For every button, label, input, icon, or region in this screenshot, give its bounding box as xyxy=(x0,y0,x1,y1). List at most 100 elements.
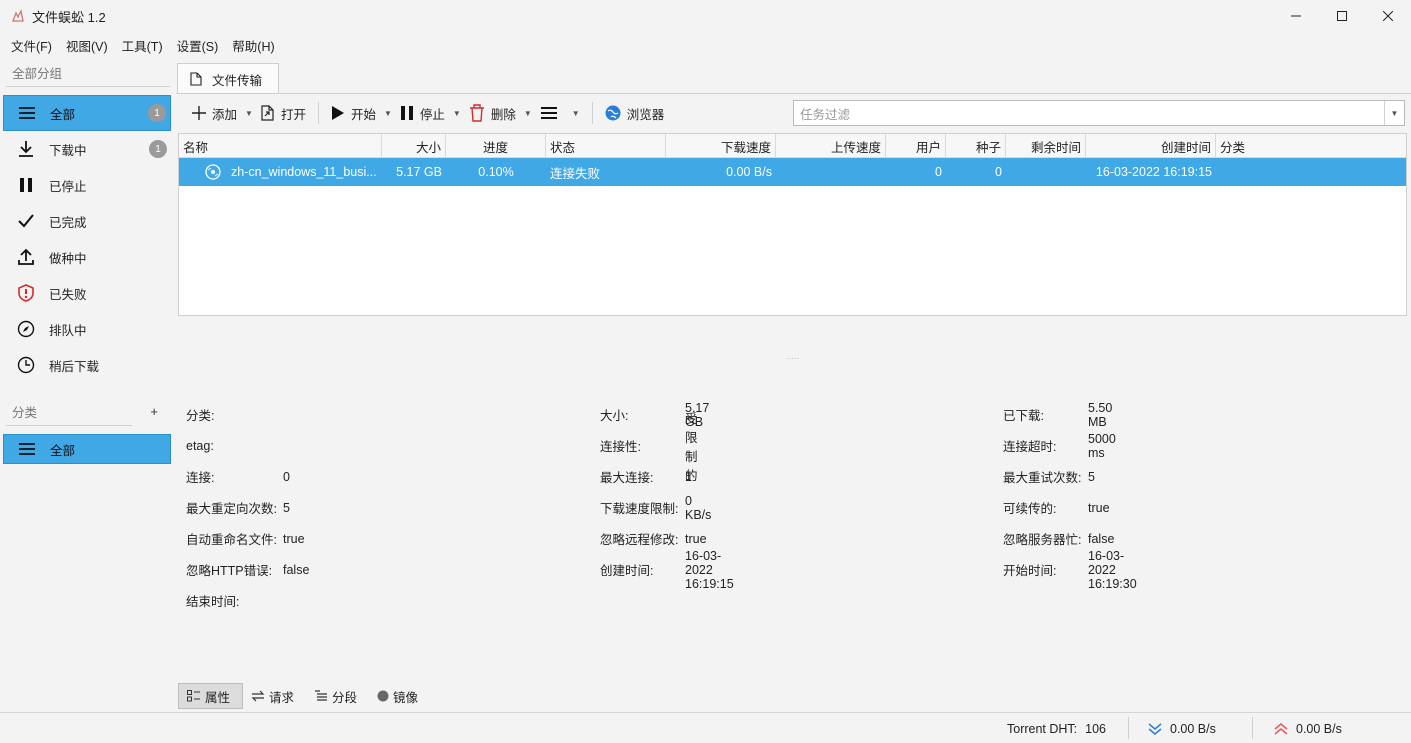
browser-label: 浏览器 xyxy=(626,107,665,122)
start-button[interactable]: 开始 ▼ xyxy=(327,99,396,127)
chevron-down-icon[interactable]: ▼ xyxy=(524,109,532,118)
add-button[interactable]: 添加 ▼ xyxy=(188,99,257,127)
menu-settings[interactable]: 设置(S) xyxy=(170,36,226,55)
column-header[interactable]: 状态 xyxy=(546,134,666,158)
column-header[interactable]: 创建时间 xyxy=(1086,134,1216,158)
menu-help[interactable]: 帮助(H) xyxy=(225,36,281,55)
download-speed-cell: 0.00 B/s xyxy=(726,165,772,179)
chevron-down-icon[interactable]: ▼ xyxy=(453,109,461,118)
groups-header: 全部分组 xyxy=(12,66,63,81)
property-label: 大小: xyxy=(600,409,629,423)
tab-request[interactable]: 请求 xyxy=(243,683,306,709)
property-value: 5 xyxy=(1088,469,1095,484)
maximize-button[interactable] xyxy=(1319,0,1365,32)
sidebar-item-failed[interactable]: 已失败 xyxy=(3,275,171,311)
sidebar-item-later[interactable]: 稍后下载 xyxy=(3,347,171,383)
sidebar-item-label: 全部 xyxy=(50,107,76,122)
task-table: 名称 大小 进度 状态 下载速度 上传速度 用户 种子 剩余时间 创建时间 分类… xyxy=(178,133,1407,316)
property-row: etag: xyxy=(186,430,214,461)
sidebar-item-queued[interactable]: 排队中 xyxy=(3,311,171,347)
toolbar: 添加 ▼ 打开 开始 ▼ 停止 ▼ 删除 ▼ ▼ 浏览器 任务过滤 ▼ xyxy=(176,94,1411,132)
table-header: 名称 大小 进度 状态 下载速度 上传速度 用户 种子 剩余时间 创建时间 分类 xyxy=(179,134,1406,158)
delete-button[interactable]: 删除 ▼ xyxy=(465,99,536,127)
clock-icon xyxy=(17,356,35,374)
property-row: 忽略服务器忙: false xyxy=(1003,523,1114,554)
table-row[interactable]: zh-cn_windows_11_busi... 5.17 GB 0.10% 连… xyxy=(179,158,1406,186)
download-speed-status: 0.00 B/s xyxy=(1148,713,1216,743)
property-label: 可续传的: xyxy=(1003,502,1057,516)
detail-tabs: 属性 请求 分段 镜像 xyxy=(178,683,430,709)
open-button[interactable]: 打开 xyxy=(257,99,310,127)
menu-view[interactable]: 视图(V) xyxy=(59,36,115,55)
pause-icon xyxy=(400,105,414,121)
stop-button[interactable]: 停止 ▼ xyxy=(396,99,465,127)
browser-button[interactable]: 浏览器 xyxy=(601,99,669,127)
property-value: 0 KB/s xyxy=(685,493,712,522)
sidebar-item-seeding[interactable]: 做种中 xyxy=(3,239,171,275)
splitter-handle[interactable]: ····· xyxy=(786,354,799,363)
divider xyxy=(6,425,132,426)
column-header[interactable]: 上传速度 xyxy=(776,134,886,158)
start-label: 开始 xyxy=(350,107,376,122)
sidebar-item-label: 做种中 xyxy=(49,251,87,266)
property-value: 5.50 MB xyxy=(1088,400,1113,429)
column-header[interactable]: 用户 xyxy=(886,134,946,158)
transfer-panel: 添加 ▼ 打开 开始 ▼ 停止 ▼ 删除 ▼ ▼ 浏览器 任务过滤 ▼ 名称 大… xyxy=(176,93,1411,710)
delete-label: 删除 xyxy=(490,107,516,122)
tab-properties[interactable]: 属性 xyxy=(178,683,244,709)
add-label: 添加 xyxy=(212,107,238,122)
sidebar-item-downloading[interactable]: 下载中 1 xyxy=(3,131,171,167)
property-label: 连接: xyxy=(186,471,215,485)
property-label: 开始时间: xyxy=(1003,564,1057,578)
task-filter-input[interactable]: 任务过滤 ▼ xyxy=(793,100,1405,126)
column-header[interactable]: 名称 xyxy=(179,134,382,158)
column-header[interactable]: 进度 xyxy=(446,134,546,158)
sidebar-item-all[interactable]: 全部 1 xyxy=(3,95,171,131)
column-header[interactable]: 下载速度 xyxy=(666,134,776,158)
main-area: 文件传输 添加 ▼ 打开 开始 ▼ 停止 ▼ 删除 ▼ ▼ 浏览器 任务过滤 ▼… xyxy=(176,58,1411,710)
close-button[interactable] xyxy=(1365,0,1411,32)
property-value: true xyxy=(1088,500,1110,515)
property-label: 已下载: xyxy=(1003,409,1044,423)
trash-icon xyxy=(469,104,485,122)
chevron-down-icon[interactable]: ▼ xyxy=(1384,101,1404,125)
peers-cell: 0 xyxy=(935,165,942,179)
column-header[interactable]: 分类 xyxy=(1216,134,1405,158)
menu-tools[interactable]: 工具(T) xyxy=(115,36,170,55)
close-icon xyxy=(1383,11,1393,21)
more-menu-button[interactable]: ▼ xyxy=(536,99,584,127)
property-row: 已下载: 5.50 MB xyxy=(1003,399,1112,430)
minimize-button[interactable] xyxy=(1273,0,1319,32)
maximize-icon xyxy=(1337,11,1347,21)
tab-segments[interactable]: 分段 xyxy=(306,683,369,709)
property-label: 创建时间: xyxy=(600,564,654,578)
chevron-down-icon[interactable]: ▼ xyxy=(384,109,392,118)
download-speed-value: 0.00 B/s xyxy=(1170,721,1216,736)
count-badge: 1 xyxy=(149,140,167,158)
chevron-down-icon[interactable]: ▼ xyxy=(572,109,580,118)
properties-icon xyxy=(187,690,201,702)
property-row: 最大连接: 1 xyxy=(600,461,692,492)
tab-mirrors[interactable]: 镜像 xyxy=(369,683,430,709)
add-category-button[interactable]: + xyxy=(150,404,158,419)
chevron-down-icon[interactable]: ▼ xyxy=(245,109,253,118)
menu-file[interactable]: 文件(F) xyxy=(4,36,59,55)
property-row: 大小: 5.17 GB xyxy=(600,399,709,430)
property-label: 结束时间: xyxy=(186,595,240,609)
pause-icon xyxy=(17,176,35,194)
compass-icon xyxy=(17,320,35,338)
sidebar-item-label: 已停止 xyxy=(49,179,87,194)
toolbar-separator xyxy=(591,102,593,124)
column-header[interactable]: 种子 xyxy=(946,134,1006,158)
tab-file-transfer[interactable]: 文件传输 xyxy=(177,63,279,94)
sidebar-item-label: 排队中 xyxy=(49,323,87,338)
sidebar-item-completed[interactable]: 已完成 xyxy=(3,203,171,239)
column-header[interactable]: 大小 xyxy=(382,134,446,158)
category-item-all[interactable]: 全部 xyxy=(3,434,171,464)
sidebar-item-stopped[interactable]: 已停止 xyxy=(3,167,171,203)
property-label: 分类: xyxy=(186,409,215,423)
property-label: 最大重定向次数: xyxy=(186,502,277,516)
column-header[interactable]: 剩余时间 xyxy=(1006,134,1086,158)
property-value: 16-03-2022 16:19:30 xyxy=(1088,548,1137,591)
menu-icon xyxy=(540,106,558,120)
